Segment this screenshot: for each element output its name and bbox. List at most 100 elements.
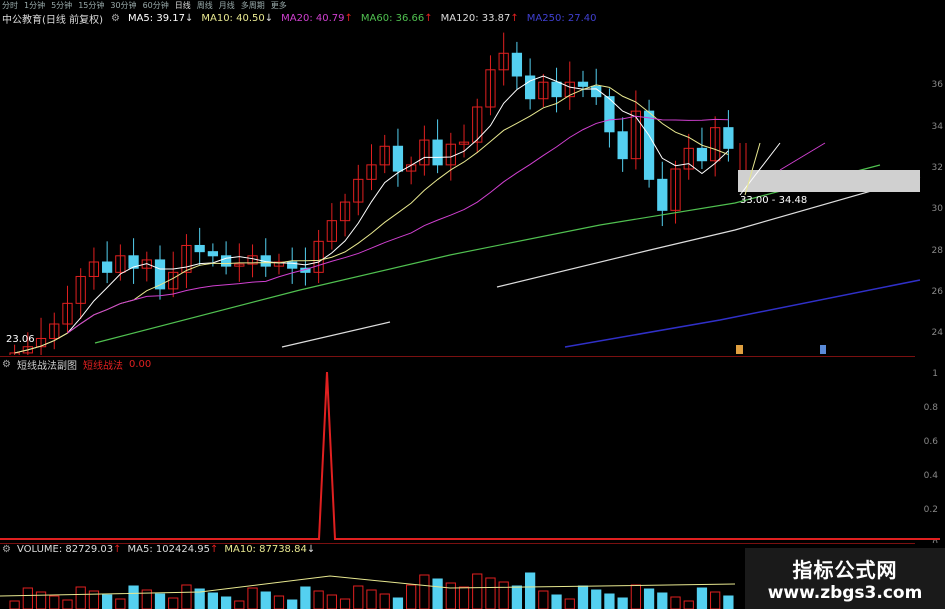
period-tab[interactable]: 多周期 [241,0,265,11]
volume-bar [181,584,192,609]
watermark: 指标公式网 www.zbgs3.com [745,548,945,609]
period-tab[interactable]: 更多 [271,0,287,11]
volume-bar [379,593,390,609]
ma120-line [496,176,921,288]
volume-bar [247,587,258,609]
volume-bar [75,586,86,609]
period-tab[interactable]: 60分钟 [143,0,169,11]
candle-body [207,251,219,257]
ma-legend-item: MA120: 33.87↑ [440,13,519,24]
projection-line [779,142,826,171]
period-tab[interactable]: 5分钟 [51,0,72,11]
volume-bar [432,578,443,609]
indicator-tick: 0.2 [924,505,938,515]
period-tab[interactable]: 1分钟 [24,0,45,11]
volume-bar [168,597,179,609]
volume-bar [313,590,324,609]
volume-bar [366,589,377,609]
price-tick: 24 [931,328,943,339]
volume-bar [102,594,113,609]
volume-bar [22,587,33,609]
volume-bar [524,572,536,609]
volume-bar [657,592,668,609]
volume-bar [696,587,708,609]
stock-title: 中公教育(日线 前复权) [2,15,103,26]
volume-bar [287,599,298,609]
candle-body [551,81,562,98]
volume-bar [273,595,285,609]
marker-icon [820,345,826,354]
candle-body [643,110,655,180]
volume-bar [35,591,47,609]
period-tab[interactable]: 月线 [219,0,235,11]
volume-bar [326,594,337,609]
candle-body [102,261,113,273]
indicator-chart[interactable]: 10.80.60.40.20 [0,367,945,543]
ma-legend-item: MA20: 40.79↑ [281,13,353,24]
indicator-tick: 0.4 [924,471,939,481]
volume-bar [220,596,232,609]
price-tick: 28 [931,245,943,256]
volume-bar [445,582,456,609]
watermark-title: 指标公式网 [792,558,898,582]
price-axis: 36 34 32 30 28 26 24 [915,25,945,355]
ma10-line [14,84,729,354]
volume-bar [630,584,641,609]
volume-bar [683,600,694,609]
period-tab[interactable]: 周线 [197,0,213,11]
ma-legend-item: MA5: 39.17↓ [127,13,194,24]
volume-bar [339,598,351,609]
low-price-label: 23.06 [6,334,35,345]
indicator-tick: 0.8 [924,403,939,413]
volume-bar [234,600,245,609]
volume-bar [353,585,364,609]
volume-bar [670,596,681,609]
candle-body [392,145,404,172]
price-tick: 36 [931,80,943,91]
candle-body [511,52,523,77]
volume-bar [485,577,496,609]
volume-bar [511,585,523,609]
price-chart[interactable]: 33.00 - 34.48 23.06 [0,25,945,355]
ma-legend-item: MA250: 27.40 [526,13,597,24]
candle-body [696,147,708,162]
candle-body [657,178,668,211]
volume-bar [300,586,311,609]
ma120-line-segment [281,321,391,348]
volume-bar [617,597,628,609]
ma250-line [564,279,921,348]
volume-ma5: MA5: 102424.95 [127,544,210,555]
volume-label: VOLUME: 82729.03 [16,544,114,555]
volume-bar [472,573,483,609]
volume-ma10: MA10: 87738.84 [224,544,307,555]
indicator-tick: 0.6 [924,437,939,447]
period-tab[interactable]: 分时 [2,0,18,11]
volume-bar [564,598,575,609]
candle-body [194,244,205,253]
period-tab[interactable]: 15分钟 [78,0,104,11]
watermark-url: www.zbgs3.com [767,583,923,603]
period-tab[interactable]: 30分钟 [110,0,136,11]
volume-bar [392,597,404,609]
period-tab[interactable]: 日线 [175,0,191,11]
volume-bar [154,593,166,609]
volume-ma-line [0,575,736,597]
period-toolbar: 分时 1分钟 5分钟 15分钟 30分钟 60分钟 日线 周线 月线 多周期 更多 [0,0,945,11]
settings-icon[interactable]: ⚙ [111,13,120,24]
volume-bar [498,581,509,609]
volume-legend: ⚙ VOLUME: 82729.03 ↑ MA5: 102424.95 ↑ MA10… [2,544,316,555]
indicator-tick: 1 [932,369,938,379]
price-tick: 32 [931,163,943,173]
candle-body [220,255,232,267]
volume-bar [260,591,271,609]
volume-bar [115,598,126,609]
volume-bar [49,595,60,609]
volume-bar [207,592,219,609]
volume-bar [723,595,734,609]
volume-settings-icon[interactable]: ⚙ [2,544,11,555]
volume-bar [710,591,721,609]
candle-body [723,127,734,149]
volume-bar [604,593,615,609]
volume-bar [458,586,470,609]
indicator-line [0,371,940,540]
